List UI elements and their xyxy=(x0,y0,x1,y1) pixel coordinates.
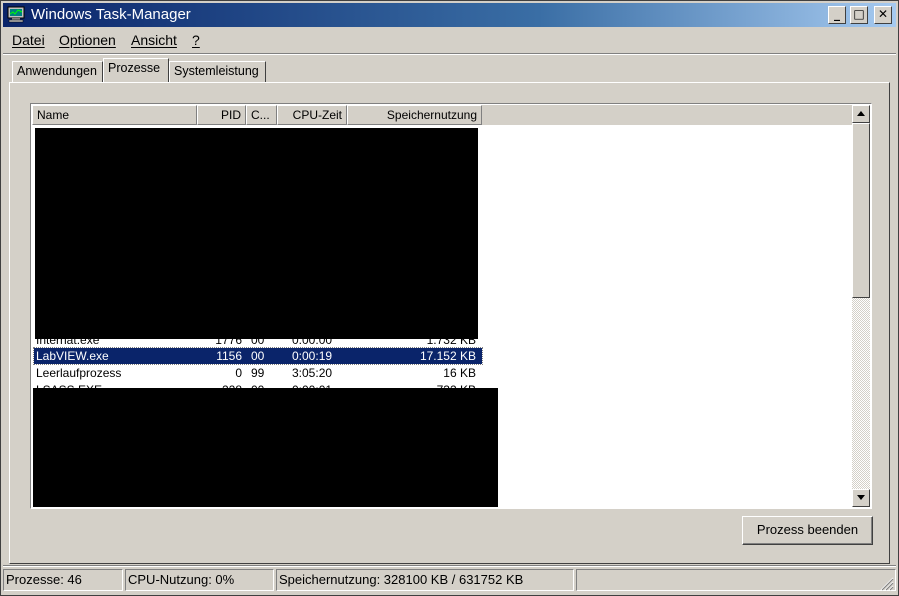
minimize-button[interactable]: _ xyxy=(828,6,846,24)
process-cpu: 00 xyxy=(251,349,265,363)
maximize-button[interactable]: □ xyxy=(850,6,868,24)
scroll-down-button[interactable] xyxy=(852,489,870,507)
status-cpu-usage: CPU-Nutzung: 0% xyxy=(125,569,274,591)
task-manager-window: Windows Task-Manager _ □ ✕ Datei Optione… xyxy=(0,0,899,596)
close-icon: ✕ xyxy=(877,7,889,21)
process-row-selected[interactable]: LabVIEW.exe 1156 00 0:00:19 17.152 KB xyxy=(33,347,483,365)
column-header-pid[interactable]: PID xyxy=(197,105,246,125)
end-process-label: Prozess beenden xyxy=(756,522,859,537)
scroll-up-button[interactable] xyxy=(852,105,870,123)
maximize-icon: □ xyxy=(853,7,865,21)
column-header-row: Name PID C... CPU-Zeit Speichernutzung xyxy=(32,105,852,125)
tab-prozesse[interactable]: Prozesse xyxy=(103,58,169,82)
redacted-region-bottom xyxy=(33,388,498,507)
menu-separator xyxy=(3,53,896,55)
vertical-scrollbar[interactable] xyxy=(852,105,870,507)
window-title: Windows Task-Manager xyxy=(31,6,191,23)
process-name: LabVIEW.exe xyxy=(36,349,109,363)
process-cpu-time: 3:05:20 xyxy=(292,366,333,380)
process-name: Leerlaufprozess xyxy=(36,366,122,380)
process-cpu-time: 0:00:19 xyxy=(292,349,333,363)
column-header-memory[interactable]: Speichernutzung xyxy=(347,105,482,125)
scroll-up-arrow-icon xyxy=(857,111,865,116)
process-memory: 17.152 KB xyxy=(419,349,476,363)
process-pid: 0 xyxy=(235,366,242,380)
column-header-cpu[interactable]: C... xyxy=(246,105,277,125)
redacted-region-top xyxy=(35,128,478,339)
process-list[interactable]: Name PID C... CPU-Zeit Speichernutzung I… xyxy=(30,103,872,509)
status-empty-panel xyxy=(576,569,896,591)
status-memory-usage: Speichernutzung: 328100 KB / 631752 KB xyxy=(276,569,574,591)
menu-optionen[interactable]: Optionen xyxy=(59,32,116,48)
tab-anwendungen[interactable]: Anwendungen xyxy=(12,61,103,82)
process-cpu: 99 xyxy=(251,366,265,380)
menu-datei[interactable]: Datei xyxy=(12,32,45,48)
scroll-thumb[interactable] xyxy=(852,123,870,298)
task-manager-icon[interactable] xyxy=(7,6,25,23)
menu-help[interactable]: ? xyxy=(192,32,200,48)
tab-label: Prozesse xyxy=(108,61,161,75)
resize-grip-icon[interactable] xyxy=(880,577,894,591)
column-header-cpu-time[interactable]: CPU-Zeit xyxy=(277,105,347,125)
status-processes: Prozesse: 46 xyxy=(3,569,123,591)
tab-label: Anwendungen xyxy=(17,64,97,78)
end-process-button[interactable]: Prozess beenden xyxy=(742,516,873,545)
tab-label: Systemleistung xyxy=(174,64,259,78)
tab-systemleistung[interactable]: Systemleistung xyxy=(169,61,266,82)
menu-ansicht[interactable]: Ansicht xyxy=(131,32,177,48)
process-memory: 16 KB xyxy=(443,366,476,380)
status-bar: Prozesse: 46 CPU-Nutzung: 0% Speichernut… xyxy=(3,569,896,593)
process-pid: 1156 xyxy=(216,349,242,363)
minimize-icon: _ xyxy=(834,7,840,21)
column-header-name[interactable]: Name xyxy=(32,105,197,125)
close-button[interactable]: ✕ xyxy=(874,6,892,24)
process-row[interactable]: Leerlaufprozess 0 99 3:05:20 16 KB xyxy=(34,365,482,381)
status-separator xyxy=(3,565,896,567)
menu-bar: Datei Optionen Ansicht ? xyxy=(3,29,896,51)
scroll-down-arrow-icon xyxy=(857,495,865,500)
title-bar[interactable]: Windows Task-Manager _ □ ✕ xyxy=(3,3,896,27)
